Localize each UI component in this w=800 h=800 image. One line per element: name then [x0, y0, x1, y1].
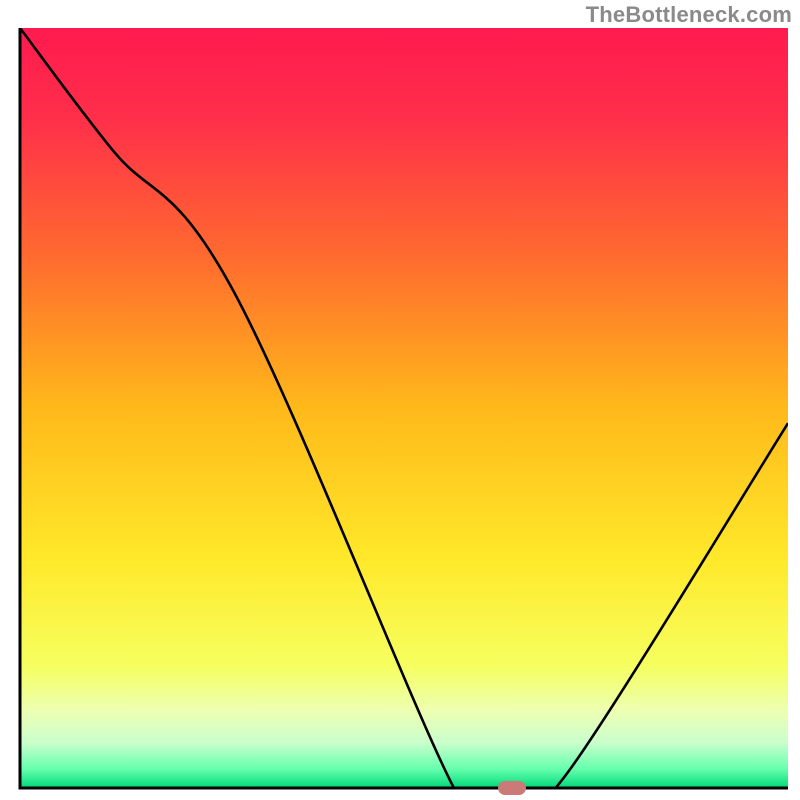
optimal-point-marker: [498, 781, 526, 795]
bottleneck-chart: [0, 0, 800, 800]
watermark-label: TheBottleneck.com: [586, 2, 792, 28]
chart-container: TheBottleneck.com: [0, 0, 800, 800]
